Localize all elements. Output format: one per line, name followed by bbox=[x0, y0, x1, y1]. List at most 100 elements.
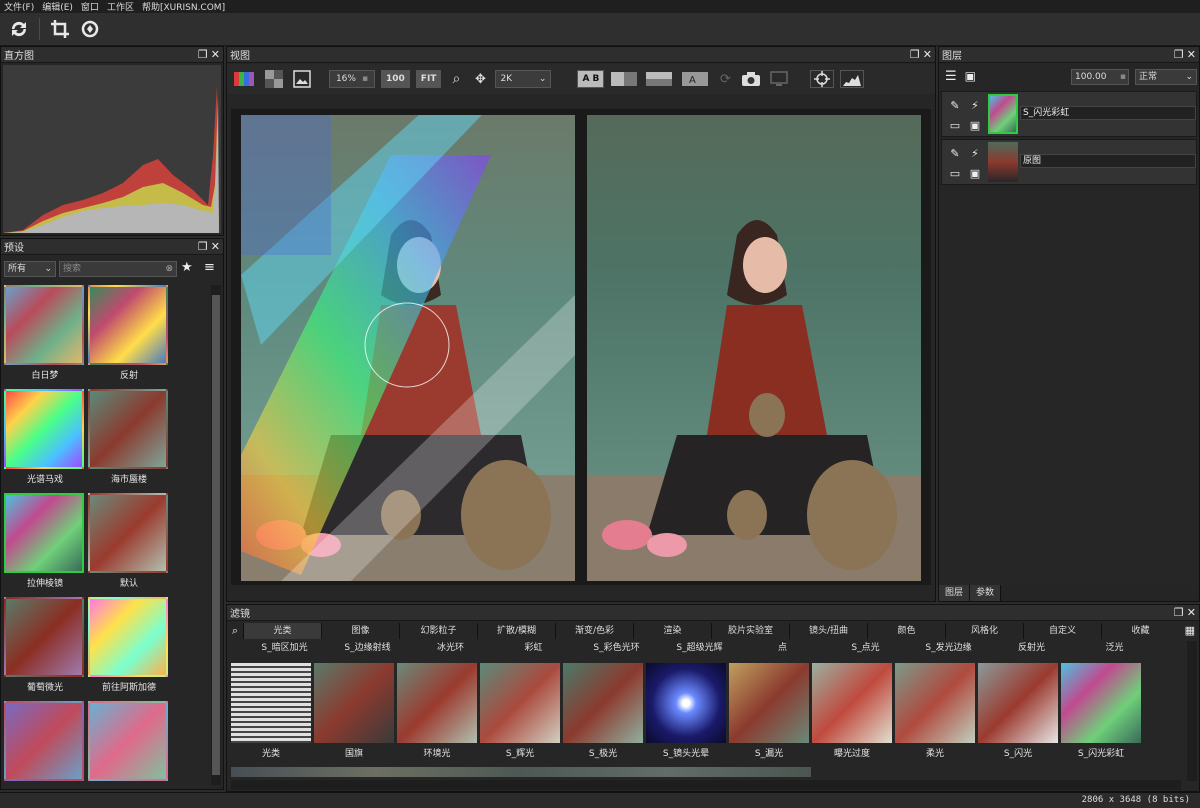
layer-mask-icon[interactable]: ▣ bbox=[965, 69, 976, 83]
filter-tab[interactable]: 光类 bbox=[243, 623, 321, 639]
preset-item[interactable]: 默认 bbox=[88, 493, 170, 591]
layer-visibility-icon[interactable]: ▭ bbox=[946, 116, 964, 134]
layer-effect-icon[interactable]: ⚡ bbox=[966, 96, 984, 114]
layer-mask-icon[interactable]: ▣ bbox=[966, 116, 984, 134]
layer-settings-icon[interactable]: ✎ bbox=[946, 144, 964, 162]
preset-search-input[interactable]: 搜索 ⊗ bbox=[59, 261, 177, 277]
float-icon[interactable]: ❐ bbox=[198, 240, 208, 253]
menu-file[interactable]: 文件(F) bbox=[4, 0, 34, 13]
blend-mode-select[interactable]: 正常 ⌄ bbox=[1135, 69, 1197, 85]
monitor-icon[interactable] bbox=[768, 70, 790, 88]
tab-params[interactable]: 参数 bbox=[970, 585, 1002, 601]
filter-tab[interactable]: 图像 bbox=[321, 623, 399, 639]
filter-tab[interactable]: 胶片实验室 bbox=[711, 623, 789, 639]
close-icon[interactable]: ✕ bbox=[211, 240, 220, 253]
image-canvas[interactable] bbox=[231, 109, 931, 585]
preset-item[interactable]: 反射 bbox=[88, 285, 170, 383]
layer-mask-icon[interactable]: ▣ bbox=[966, 164, 984, 182]
ab-toggle-icon[interactable]: A bbox=[680, 70, 710, 88]
layer-opacity-input[interactable]: 100.00 ▪ bbox=[1071, 69, 1129, 85]
zoom-field[interactable]: 16% ▪ bbox=[329, 70, 375, 88]
filter-tab[interactable]: 风格化 bbox=[945, 623, 1023, 639]
layer-list-icon[interactable]: ☰ bbox=[945, 69, 957, 84]
float-icon[interactable]: ❐ bbox=[1174, 606, 1184, 619]
filter-item[interactable]: S_闪光 bbox=[978, 663, 1058, 763]
preset-item[interactable]: 葡萄微光 bbox=[4, 597, 86, 695]
image-icon[interactable] bbox=[291, 70, 313, 88]
filter-item[interactable]: S_辉光 bbox=[480, 663, 560, 763]
filter-item[interactable]: 柔光 bbox=[895, 663, 975, 763]
preset-category-select[interactable]: 所有 ⌄ bbox=[4, 261, 56, 277]
preset-thumbnail bbox=[4, 597, 84, 677]
filter-label: S_镜头光晕 bbox=[662, 749, 710, 759]
preset-item[interactable]: 拉伸棱镜 bbox=[4, 493, 86, 591]
rgb-channels-icon[interactable] bbox=[233, 70, 257, 88]
refresh-icon[interactable] bbox=[6, 16, 32, 42]
preview-size-select[interactable]: 2K ⌄ bbox=[495, 70, 552, 88]
layer-settings-icon[interactable]: ✎ bbox=[946, 96, 964, 114]
filter-tab[interactable]: 幻影粒子 bbox=[399, 623, 477, 639]
layer-row[interactable]: ✎ ⚡ ▭ ▣ S_闪光彩虹 bbox=[941, 91, 1197, 137]
tab-layers[interactable]: 图层 bbox=[939, 585, 971, 601]
filter-item[interactable]: S_闪光彩虹 bbox=[1061, 663, 1141, 763]
filter-item[interactable]: 光类 bbox=[231, 663, 311, 763]
favorites-star-icon[interactable]: ★ bbox=[181, 260, 193, 275]
close-icon[interactable]: ✕ bbox=[923, 48, 932, 61]
fit-button[interactable]: FIT bbox=[415, 70, 442, 88]
filter-tab[interactable]: 镜头/扭曲 bbox=[789, 623, 867, 639]
target-icon[interactable] bbox=[810, 70, 835, 88]
move-icon[interactable]: ✥ bbox=[471, 70, 489, 88]
preset-item[interactable]: 彩虹 bbox=[4, 701, 86, 785]
close-icon[interactable]: ✕ bbox=[211, 48, 220, 61]
panel-header: 滤镜 ❐ ✕ bbox=[227, 605, 1199, 621]
transparency-icon[interactable] bbox=[263, 70, 285, 88]
menu-workspace[interactable]: 工作区 bbox=[107, 0, 134, 13]
filter-tab[interactable]: 渐变/色彩 bbox=[555, 623, 633, 639]
filter-scrollbar-horizontal[interactable] bbox=[231, 780, 1181, 790]
rotate-icon[interactable] bbox=[77, 16, 103, 42]
filter-tab[interactable]: 自定义 bbox=[1023, 623, 1101, 639]
layer-effect-icon[interactable]: ⚡ bbox=[966, 144, 984, 162]
filter-tab[interactable]: 颜色 bbox=[867, 623, 945, 639]
filter-item[interactable]: S_极光 bbox=[563, 663, 643, 763]
preset-item[interactable]: 光谱马戏 bbox=[4, 389, 86, 487]
float-icon[interactable]: ❐ bbox=[198, 48, 208, 61]
sync-icon[interactable]: ⟳ bbox=[716, 70, 734, 88]
preset-item[interactable]: 前往阿斯加德 bbox=[88, 597, 170, 695]
histogram-toggle-icon[interactable] bbox=[840, 70, 865, 88]
layer-visibility-icon[interactable]: ▭ bbox=[946, 164, 964, 182]
filter-item[interactable]: S_漏光 bbox=[729, 663, 809, 763]
filter-item[interactable]: 环境光 bbox=[397, 663, 477, 763]
split-horizontal-icon[interactable] bbox=[644, 70, 674, 88]
ab-compare-button[interactable]: A B bbox=[577, 70, 605, 88]
close-icon[interactable]: ✕ bbox=[1187, 48, 1196, 61]
menu-help[interactable]: 帮助[XURISN.COM] bbox=[142, 0, 225, 13]
grid-view-icon[interactable]: ▦ bbox=[1185, 624, 1195, 637]
preset-item[interactable]: 海市蜃楼 bbox=[88, 389, 170, 487]
layer-row[interactable]: ✎ ⚡ ▭ ▣ 原图 bbox=[941, 139, 1197, 185]
layer-name[interactable]: S_闪光彩虹 bbox=[1020, 106, 1196, 120]
filter-tab[interactable]: 渲染 bbox=[633, 623, 711, 639]
filter-tab[interactable]: 扩散/模糊 bbox=[477, 623, 555, 639]
close-icon[interactable]: ✕ bbox=[1187, 606, 1196, 619]
crop-icon[interactable] bbox=[47, 16, 73, 42]
preset-item[interactable]: 白日梦 bbox=[4, 285, 86, 383]
menu-icon[interactable]: ≡ bbox=[204, 260, 215, 275]
split-view-icon[interactable] bbox=[610, 70, 638, 88]
filter-scrollbar-vertical[interactable] bbox=[1187, 641, 1197, 781]
filter-item[interactable]: 曝光过度 bbox=[812, 663, 892, 763]
filter-search-icon[interactable]: ⌕ bbox=[227, 624, 243, 638]
zoom-icon[interactable]: ⌕ bbox=[447, 70, 465, 88]
float-icon[interactable]: ❐ bbox=[1174, 48, 1184, 61]
layer-name[interactable]: 原图 bbox=[1020, 154, 1196, 168]
menu-window[interactable]: 窗口 bbox=[81, 0, 99, 13]
filter-item[interactable]: 国旗 bbox=[314, 663, 394, 763]
preset-scrollbar[interactable] bbox=[211, 285, 221, 785]
filter-item[interactable]: S_镜头光晕 bbox=[646, 663, 726, 763]
preset-item[interactable]: 心的光谱 bbox=[88, 701, 170, 785]
menu-edit[interactable]: 编辑(E) bbox=[42, 0, 73, 13]
filter-tab[interactable]: 收藏 bbox=[1101, 623, 1179, 639]
zoom-100-button[interactable]: 100 bbox=[381, 70, 410, 88]
camera-icon[interactable] bbox=[740, 70, 762, 88]
float-icon[interactable]: ❐ bbox=[910, 48, 920, 61]
